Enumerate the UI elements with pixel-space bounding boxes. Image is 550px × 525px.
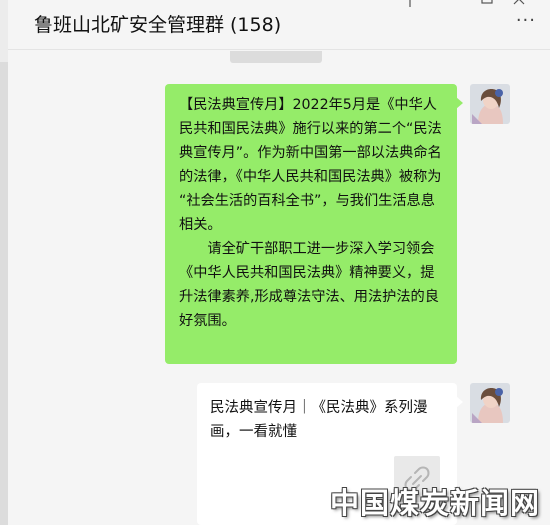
minimize-icon[interactable] xyxy=(448,0,462,8)
message-bubble-text[interactable]: 【民法典宣传月】2022年5月是《中华人民共和国民法典》施行以来的第二个“民法典… xyxy=(165,84,463,364)
close-icon[interactable] xyxy=(512,0,526,8)
more-menu-button[interactable]: ··· xyxy=(516,12,536,30)
link-card-title: 民法典宣传月｜《民法典》系列漫画，一看就懂 xyxy=(210,400,428,440)
chat-title[interactable]: 鲁班山北矿安全管理群 (158) xyxy=(34,10,281,37)
sender-avatar[interactable] xyxy=(470,383,510,423)
message-text: 【民法典宣传月】2022年5月是《中华人民共和国民法典》施行以来的第二个“民法典… xyxy=(179,93,447,333)
group-name: 鲁班山北矿安全管理群 xyxy=(34,14,225,36)
member-count: (158) xyxy=(230,14,282,36)
message-paragraph-2: 请全矿干部职工进一步深入学习领会《中华人民共和国民法典》精神要义，提升法律素养,… xyxy=(179,241,439,329)
timestamp xyxy=(230,51,322,63)
message-paragraph-1: 【民法典宣传月】2022年5月是《中华人民共和国民法典》施行以来的第二个“民法典… xyxy=(179,97,442,233)
watermark-logo: 中国煤炭新闻网 xyxy=(330,486,541,520)
pin-icon[interactable] xyxy=(403,0,417,8)
sidebar-strip-shade xyxy=(0,62,8,525)
chat-header: 鲁班山北矿安全管理群 (158) ··· xyxy=(8,0,550,50)
sender-avatar[interactable] xyxy=(470,84,510,124)
sidebar-strip xyxy=(0,0,8,525)
maximize-icon[interactable] xyxy=(480,0,494,8)
